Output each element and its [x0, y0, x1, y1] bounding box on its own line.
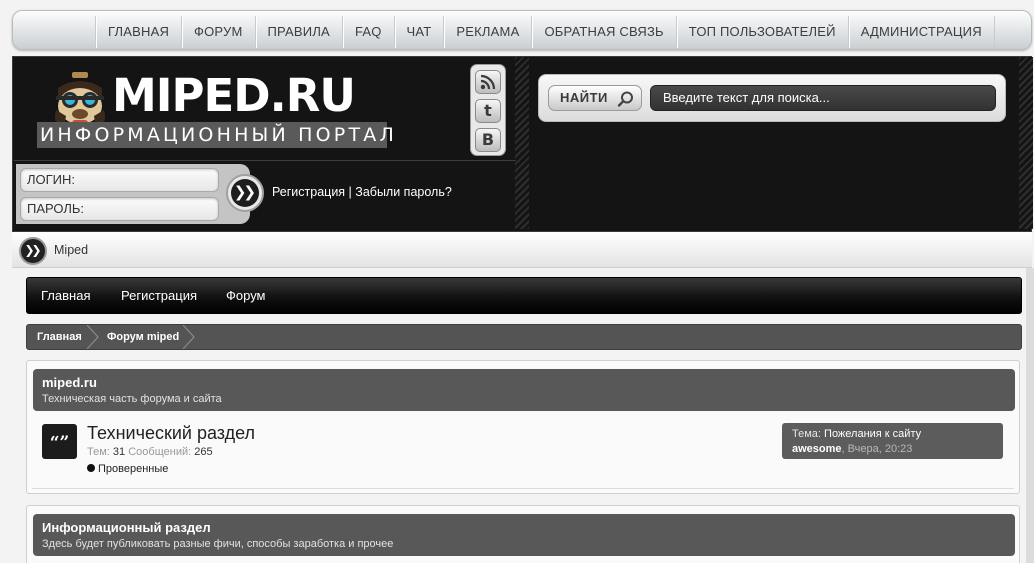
- search-button-label: НАЙТИ: [560, 90, 608, 105]
- forum-breadcrumb: Главная Форум miped: [26, 324, 1022, 350]
- search-button[interactable]: НАЙТИ: [548, 85, 642, 111]
- last-post-prefix: Тема:: [792, 428, 821, 440]
- subforum-link[interactable]: Проверенные: [87, 463, 168, 475]
- auth-links-separator: |: [345, 185, 356, 199]
- crumb-separator-icon: [182, 325, 195, 349]
- category-description: Техническая часть форума и сайта: [42, 393, 222, 405]
- login-submit-button[interactable]: ❯❯: [226, 174, 264, 212]
- category-header: Информационный раздел Здесь будет публик…: [33, 514, 1015, 556]
- double-chevron-right-icon: ❯❯: [231, 179, 259, 207]
- forum-status-icon: “”: [42, 424, 77, 459]
- social-links-panel: t B: [470, 64, 506, 156]
- password-field[interactable]: ПАРОЛЬ:: [20, 197, 219, 221]
- register-link[interactable]: Регистрация: [272, 185, 345, 199]
- vk-button[interactable]: B: [475, 128, 501, 152]
- forum-crumb-forum-miped[interactable]: Форум miped: [107, 331, 179, 343]
- search-panel: НАЙТИ Введите текст для поиска...: [538, 74, 1006, 122]
- last-post-topic-link[interactable]: Пожелания к сайту: [824, 428, 921, 440]
- forum-nav-forum[interactable]: Форум: [226, 288, 266, 303]
- login-field[interactable]: ЛОГИН:: [20, 168, 219, 192]
- topnav-item-faq[interactable]: FAQ: [341, 16, 394, 48]
- posts-label: Сообщений:: [128, 446, 192, 458]
- forum-nav-home[interactable]: Главная: [41, 288, 90, 303]
- tumblr-icon: t: [484, 101, 492, 120]
- bullet-icon: [87, 464, 95, 472]
- last-post-meta-line: awesome, Вчера, 20:23: [792, 443, 912, 455]
- posts-count: 265: [194, 446, 213, 458]
- double-chevron-right-icon: ❯❯: [19, 237, 47, 265]
- forum-crumb-home[interactable]: Главная: [37, 331, 82, 343]
- topics-count: 31: [112, 446, 126, 458]
- rss-icon: [480, 74, 496, 90]
- topnav-item-chat[interactable]: ЧАТ: [393, 16, 444, 48]
- topnav-item-top-users[interactable]: ТОП ПОЛЬЗОВАТЕЛЕЙ: [675, 16, 848, 48]
- last-post-time: Вчера, 20:23: [847, 443, 913, 455]
- last-post-panel: Тема: Пожелания к сайту awesome, Вчера, …: [782, 423, 1003, 459]
- breadcrumb-miped-link[interactable]: Miped: [54, 243, 88, 257]
- logo-subtitle: ИНФОРМАЦИОННЫЙ ПОРТАЛ: [37, 122, 394, 148]
- page-scrollbar[interactable]: [1026, 268, 1034, 563]
- rss-button[interactable]: [475, 70, 501, 94]
- search-icon: [617, 91, 633, 107]
- site-breadcrumb-bar: ❯❯ Miped: [12, 232, 1032, 268]
- topnav-item-ads[interactable]: РЕКЛАМА: [443, 16, 531, 48]
- tumblr-button[interactable]: t: [475, 99, 501, 123]
- topnav-item-home[interactable]: ГЛАВНАЯ: [95, 16, 181, 48]
- auth-links: Регистрация | Забыли пароль?: [272, 185, 452, 199]
- subforum-label: Проверенные: [98, 463, 169, 475]
- topnav-item-administration[interactable]: АДМИНИСТРАЦИЯ: [847, 16, 995, 48]
- category-title[interactable]: Информационный раздел: [42, 520, 211, 535]
- forum-title-link[interactable]: Технический раздел: [87, 423, 255, 444]
- vk-icon: B: [481, 130, 495, 149]
- topnav-item-feedback[interactable]: ОБРАТНАЯ СВЯЗЬ: [531, 16, 675, 48]
- search-input[interactable]: Введите текст для поиска...: [650, 85, 996, 111]
- forum-row-divider: [32, 488, 1014, 489]
- header-divider: [14, 160, 516, 161]
- top-navigation-bar: ГЛАВНАЯ ФОРУМ ПРАВИЛА FAQ ЧАТ РЕКЛАМА ОБ…: [12, 10, 1032, 50]
- forum-navigation: Главная Регистрация Форум: [26, 277, 1022, 314]
- top-navigation-items: ГЛАВНАЯ ФОРУМ ПРАВИЛА FAQ ЧАТ РЕКЛАМА ОБ…: [95, 16, 995, 48]
- topnav-item-rules[interactable]: ПРАВИЛА: [254, 16, 342, 48]
- topics-label: Тем:: [87, 446, 110, 458]
- header-stripe-decoration: [515, 57, 529, 229]
- forum-stats: Тем: 31 Сообщений: 265: [87, 446, 213, 458]
- logo-title[interactable]: MIPED.RU: [112, 70, 356, 122]
- forgot-password-link[interactable]: Забыли пароль?: [355, 185, 452, 199]
- header-stripe-decoration-right: [1019, 57, 1033, 229]
- topnav-item-forum[interactable]: ФОРУМ: [181, 16, 254, 48]
- category-description: Здесь будет публиковать разные фичи, спо…: [42, 538, 394, 550]
- last-post-topic-line: Тема: Пожелания к сайту: [792, 428, 921, 440]
- forum-nav-register[interactable]: Регистрация: [121, 288, 197, 303]
- last-post-author-link[interactable]: awesome: [792, 443, 842, 455]
- category-header: miped.ru Техническая часть форума и сайт…: [33, 369, 1015, 411]
- category-info-section: Информационный раздел Здесь будет публик…: [26, 505, 1020, 563]
- category-title[interactable]: miped.ru: [42, 375, 97, 390]
- crumb-separator-icon: [86, 325, 99, 349]
